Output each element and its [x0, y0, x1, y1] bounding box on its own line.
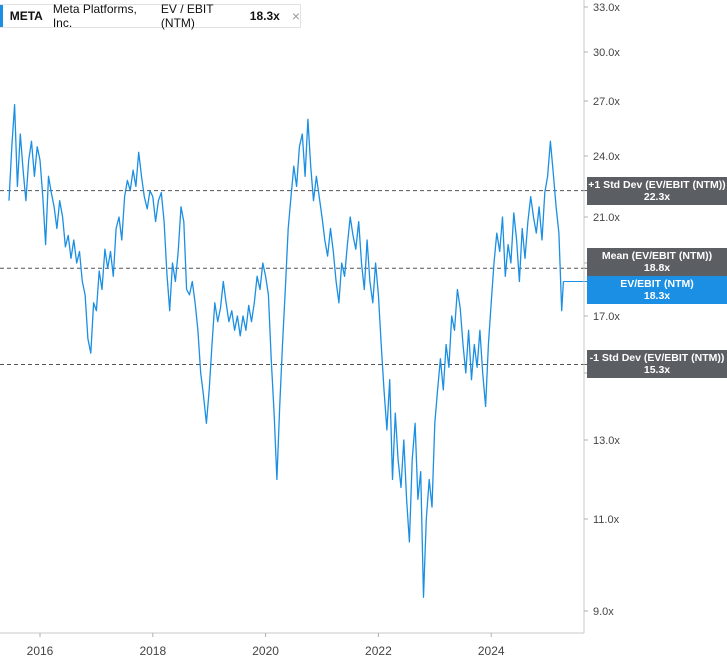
current-value-value: 18.3x: [643, 290, 671, 302]
x-tick-label: 2024: [478, 644, 505, 658]
y-tick-label: 24.0x: [593, 151, 620, 163]
y-tick-label: 13.0x: [593, 435, 620, 447]
y-tick-label: 21.0x: [593, 212, 620, 224]
x-tick-label: 2018: [139, 644, 166, 658]
y-tick-label: 9.0x: [593, 606, 614, 618]
series-color-swatch: [0, 5, 3, 27]
legend-metric: EV / EBIT (NTM): [160, 2, 214, 30]
close-icon[interactable]: ×: [292, 8, 300, 24]
current-value-label: EV/EBIT (NTM): [620, 278, 694, 290]
valuation-chart: 33.0x30.0x27.0x24.0x21.0x19.0x17.0x15.0x…: [0, 0, 620, 658]
legend-ticker: META: [9, 9, 43, 23]
x-tick-label: 2022: [365, 644, 392, 658]
plus-std-dev-tag: +1 Std Dev (EV/EBIT (NTM)) 22.3x: [587, 177, 727, 205]
current-value-tag: EV/EBIT (NTM) 18.3x: [587, 276, 727, 304]
mean-value: 18.8x: [643, 262, 671, 274]
chart-container: 33.0x30.0x27.0x24.0x21.0x19.0x17.0x15.0x…: [0, 0, 727, 662]
y-tick-label: 27.0x: [593, 96, 620, 108]
plus-std-dev-value: 22.3x: [643, 191, 671, 203]
x-tick-label: 2020: [252, 644, 279, 658]
y-tick-label: 33.0x: [593, 2, 620, 14]
legend-value: 18.3x: [249, 9, 280, 23]
y-tick-label: 11.0x: [593, 514, 620, 526]
legend-company: Meta Platforms, Inc.: [52, 2, 137, 30]
mean-label: Mean (EV/EBIT (NTM)): [601, 250, 713, 262]
plus-std-dev-label: +1 Std Dev (EV/EBIT (NTM)): [588, 179, 726, 191]
mean-tag: Mean (EV/EBIT (NTM)) 18.8x: [587, 248, 727, 276]
y-tick-label: 17.0x: [593, 311, 620, 323]
series-legend-chip[interactable]: META Meta Platforms, Inc. EV / EBIT (NTM…: [0, 2, 301, 30]
minus-std-dev-tag: -1 Std Dev (EV/EBIT (NTM)) 15.3x: [587, 350, 727, 378]
minus-std-dev-label: -1 Std Dev (EV/EBIT (NTM)): [589, 352, 725, 364]
y-tick-label: 30.0x: [593, 47, 620, 59]
series-line-0: [8, 104, 565, 598]
x-tick-label: 2016: [27, 644, 54, 658]
minus-std-dev-value: 15.3x: [643, 364, 671, 376]
